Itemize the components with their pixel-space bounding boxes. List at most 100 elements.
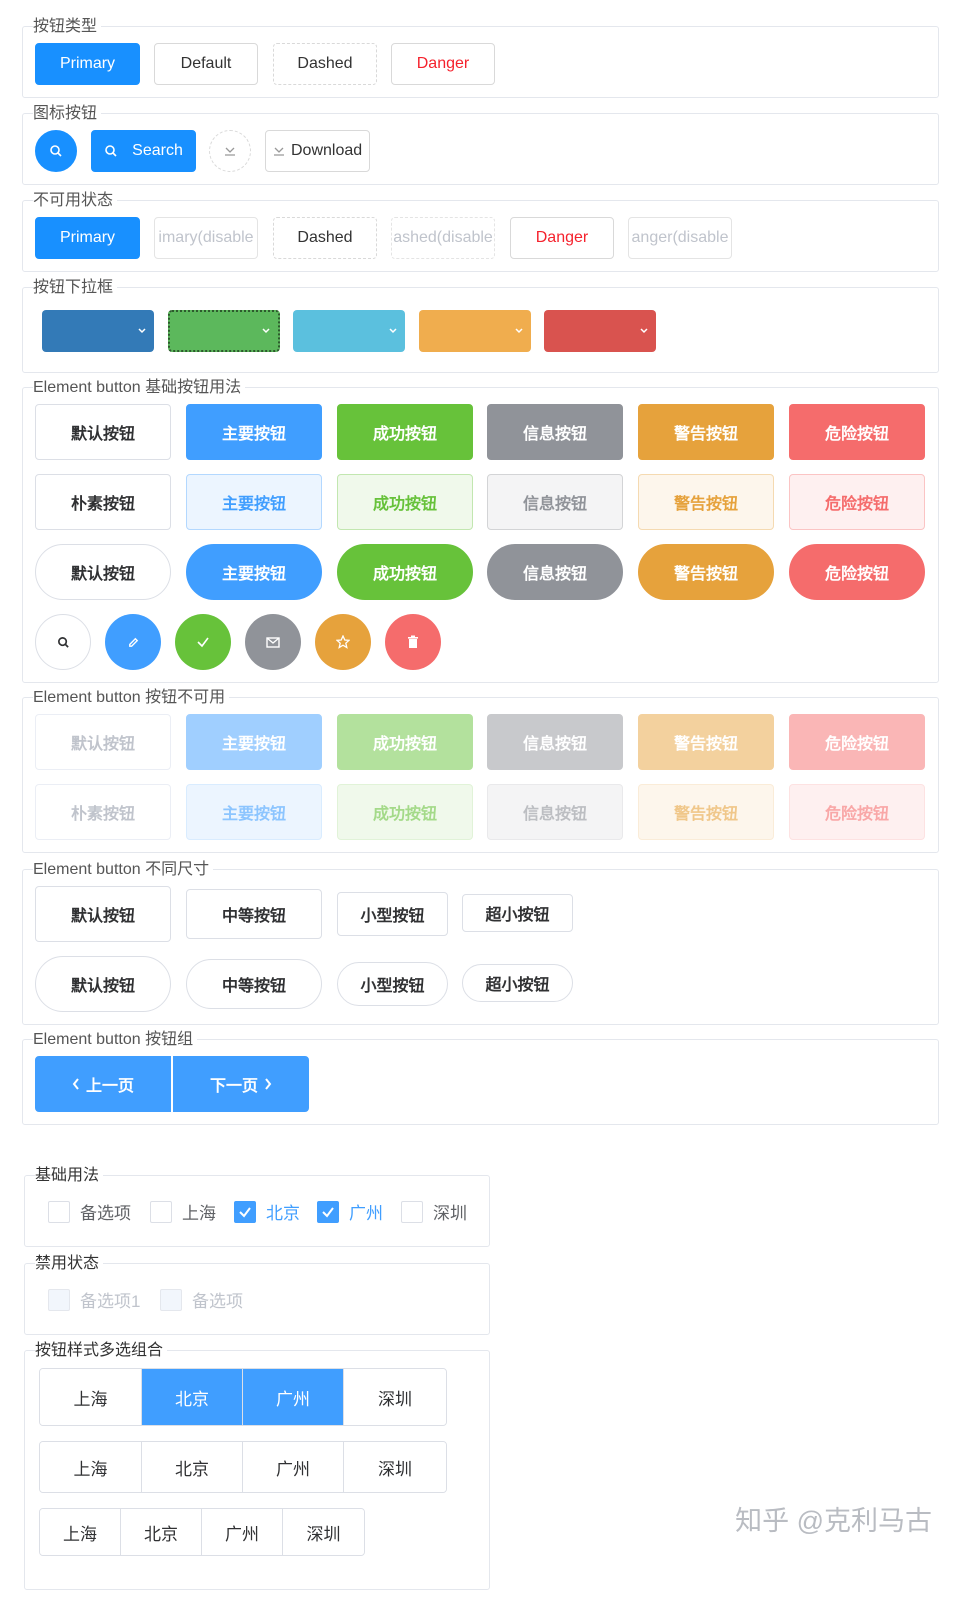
- plain-button[interactable]: 朴素按钮: [35, 474, 171, 530]
- star-circle-button[interactable]: [315, 614, 371, 670]
- checkbox-disabled-option2: 备选项: [160, 1287, 243, 1312]
- checkbox-shanghai[interactable]: 上海: [150, 1199, 216, 1224]
- search-button[interactable]: Search: [91, 130, 196, 172]
- dashed-button[interactable]: Dashed: [273, 217, 377, 259]
- check-circle-button[interactable]: [175, 614, 231, 670]
- checkbox-button-shenzhen[interactable]: 深圳: [344, 1369, 446, 1425]
- default-size-button[interactable]: 默认按钮: [35, 886, 171, 942]
- plain-info-button[interactable]: 信息按钮: [487, 474, 623, 530]
- danger-button[interactable]: Danger: [510, 217, 614, 259]
- round-info-button[interactable]: 信息按钮: [487, 544, 623, 600]
- section-title: 按钮样式多选组合: [35, 1340, 168, 1362]
- plain-danger-button[interactable]: 危险按钮: [789, 474, 925, 530]
- checkbox-box[interactable]: [234, 1200, 256, 1223]
- disabled-plain-warning-button: 警告按钮: [638, 784, 774, 840]
- round-warning-button[interactable]: 警告按钮: [638, 544, 774, 600]
- round-danger-button[interactable]: 危险按钮: [789, 544, 925, 600]
- prev-page-button[interactable]: 上一页: [35, 1056, 171, 1112]
- search-icon: [57, 636, 69, 648]
- check-icon: [322, 1206, 334, 1218]
- round-default-size-button[interactable]: 默认按钮: [35, 956, 171, 1012]
- section-title: 基础用法: [35, 1165, 104, 1187]
- dropdown-orange-button[interactable]: [419, 310, 531, 352]
- section-title: Element button 按钮组: [33, 1029, 198, 1051]
- checkbox-button-shenzhen[interactable]: 深圳: [344, 1442, 446, 1492]
- small-size-button[interactable]: 小型按钮: [337, 892, 448, 936]
- plain-warning-button[interactable]: 警告按钮: [638, 474, 774, 530]
- default-button[interactable]: Default: [154, 43, 258, 85]
- primary-button[interactable]: Primary: [35, 217, 140, 259]
- section-title: Element button 按钮不可用: [33, 687, 230, 709]
- checkbox-button-guangzhou[interactable]: 广州: [243, 1442, 344, 1492]
- checkbox-button-group-medium: 上海 北京 广州 深圳: [39, 1441, 447, 1493]
- checkbox-box[interactable]: [401, 1200, 423, 1223]
- round-primary-button[interactable]: 主要按钮: [186, 544, 322, 600]
- checkbox-button-beijing[interactable]: 北京: [142, 1442, 243, 1492]
- search-circle-button[interactable]: [35, 130, 77, 172]
- search-circle-button[interactable]: [35, 614, 91, 670]
- checkbox-button-group-large: 上海 北京 广州 深圳: [39, 1368, 447, 1426]
- checkbox-button-guangzhou[interactable]: 广州: [243, 1369, 344, 1425]
- message-circle-button[interactable]: [245, 614, 301, 670]
- edit-circle-button[interactable]: [105, 614, 161, 670]
- checkbox-button-guangzhou[interactable]: 广州: [202, 1509, 283, 1555]
- plain-primary-button[interactable]: 主要按钮: [186, 474, 322, 530]
- medium-size-button[interactable]: 中等按钮: [186, 889, 322, 939]
- dropdown-blue-button[interactable]: [42, 310, 154, 352]
- success-button[interactable]: 成功按钮: [337, 404, 473, 460]
- checkbox-box[interactable]: [150, 1200, 172, 1223]
- next-page-label: 下一页: [209, 1078, 258, 1095]
- checkbox-guangzhou[interactable]: 广州: [317, 1199, 383, 1224]
- checkbox-label: 备选项1: [80, 1292, 141, 1311]
- chevron-left-icon: [72, 1078, 79, 1090]
- checkbox-label: 广州: [349, 1204, 383, 1223]
- round-medium-size-button[interactable]: 中等按钮: [186, 959, 322, 1009]
- round-success-button[interactable]: 成功按钮: [337, 544, 473, 600]
- checkbox-button-shanghai[interactable]: 上海: [40, 1442, 142, 1492]
- dashed-button[interactable]: Dashed: [273, 43, 377, 85]
- primary-button[interactable]: Primary: [35, 43, 140, 85]
- mini-size-button[interactable]: 超小按钮: [462, 894, 573, 932]
- checkbox-option[interactable]: 备选项: [48, 1199, 131, 1224]
- checkbox-button-shanghai[interactable]: 上海: [40, 1369, 142, 1425]
- checkbox-button-shenzhen[interactable]: 深圳: [283, 1509, 364, 1555]
- watermark: 知乎 @克利马古: [735, 1506, 932, 1536]
- primary-button[interactable]: 主要按钮: [186, 404, 322, 460]
- section-title: 不可用状态: [33, 190, 118, 212]
- info-button[interactable]: 信息按钮: [487, 404, 623, 460]
- default-button[interactable]: 默认按钮: [35, 404, 171, 460]
- checkbox-label: 北京: [266, 1204, 300, 1223]
- dropdown-red-button[interactable]: [544, 310, 656, 352]
- chevron-down-icon: [640, 328, 648, 334]
- delete-circle-button[interactable]: [385, 614, 441, 670]
- dropdown-green-button[interactable]: [168, 310, 280, 352]
- search-icon: [105, 145, 117, 157]
- checkbox-button-beijing[interactable]: 北京: [142, 1369, 243, 1425]
- disabled-info-button: 信息按钮: [487, 714, 623, 770]
- warning-button[interactable]: 警告按钮: [638, 404, 774, 460]
- round-small-size-button[interactable]: 小型按钮: [337, 962, 448, 1006]
- checkbox-shenzhen[interactable]: 深圳: [401, 1199, 467, 1224]
- round-default-button[interactable]: 默认按钮: [35, 544, 171, 600]
- plain-success-button[interactable]: 成功按钮: [337, 474, 473, 530]
- download-circle-button[interactable]: [209, 130, 251, 172]
- round-mini-size-button[interactable]: 超小按钮: [462, 964, 573, 1002]
- next-page-button[interactable]: 下一页: [173, 1056, 309, 1112]
- star-icon: [336, 635, 350, 649]
- disabled-plain-primary-button: 主要按钮: [186, 784, 322, 840]
- section-title: 图标按钮: [33, 103, 102, 125]
- disabled-plain-danger-button: 危险按钮: [789, 784, 925, 840]
- prev-page-label: 上一页: [85, 1078, 134, 1095]
- checkbox-button-shanghai[interactable]: 上海: [40, 1509, 121, 1555]
- danger-button[interactable]: Danger: [391, 43, 495, 85]
- checkbox-button-group-small: 上海 北京 广州 深圳: [39, 1508, 365, 1556]
- disabled-default-button: 默认按钮: [35, 714, 171, 770]
- checkbox-beijing[interactable]: 北京: [234, 1199, 300, 1224]
- checkbox-box: [160, 1288, 182, 1311]
- checkbox-box[interactable]: [317, 1200, 339, 1223]
- download-button[interactable]: Download: [265, 130, 370, 172]
- danger-button[interactable]: 危险按钮: [789, 404, 925, 460]
- checkbox-box[interactable]: [48, 1200, 70, 1223]
- checkbox-button-beijing[interactable]: 北京: [121, 1509, 202, 1555]
- dropdown-cyan-button[interactable]: [293, 310, 405, 352]
